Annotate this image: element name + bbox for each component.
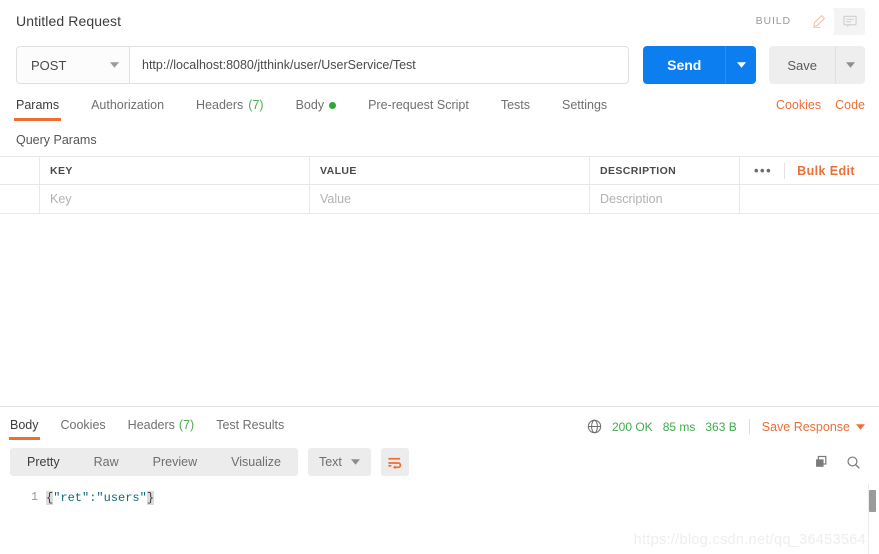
- tab-body-label: Body: [296, 98, 325, 112]
- response-tab-headers-label: Headers: [128, 418, 175, 432]
- bulk-edit-button[interactable]: Bulk Edit: [797, 164, 855, 178]
- response-tab-test-results-label: Test Results: [216, 418, 284, 432]
- copy-icon[interactable]: [814, 455, 829, 470]
- column-header-value: VALUE: [310, 157, 590, 184]
- comment-icon[interactable]: [834, 8, 865, 35]
- tab-params-label: Params: [16, 98, 59, 112]
- title-bar-actions: BUILD: [756, 8, 865, 35]
- tab-authorization-label: Authorization: [91, 98, 164, 112]
- response-tab-body-label: Body: [10, 418, 39, 432]
- param-key-input[interactable]: Key: [40, 185, 310, 213]
- response-size: 363 B: [705, 420, 736, 434]
- row-actions-cell: [740, 185, 879, 213]
- tab-settings-label: Settings: [562, 98, 607, 112]
- view-mode-preview[interactable]: Preview: [136, 448, 214, 476]
- divider: [749, 419, 750, 434]
- query-params-table: KEY VALUE DESCRIPTION ••• Bulk Edit Key …: [0, 156, 879, 214]
- request-title-bar: Untitled Request BUILD: [0, 0, 879, 42]
- ellipsis-icon[interactable]: •••: [754, 164, 772, 177]
- send-button-group: Send: [643, 46, 756, 84]
- body-present-dot-icon: [329, 102, 336, 109]
- globe-icon: [587, 419, 602, 434]
- cookies-link[interactable]: Cookies: [776, 98, 821, 112]
- tab-pre-request-script[interactable]: Pre-request Script: [368, 98, 469, 121]
- chevron-down-icon: [110, 62, 119, 68]
- search-icon[interactable]: [846, 455, 861, 470]
- table-header-row: KEY VALUE DESCRIPTION ••• Bulk Edit: [0, 157, 879, 185]
- http-method-value: POST: [31, 58, 66, 73]
- line-number-gutter: 1: [0, 484, 46, 554]
- save-button[interactable]: Save: [769, 46, 835, 84]
- send-button[interactable]: Send: [643, 46, 725, 84]
- response-format-value: Text: [319, 455, 342, 469]
- tab-headers[interactable]: Headers (7): [196, 98, 264, 121]
- scrollbar-thumb[interactable]: [869, 490, 876, 512]
- save-response-label: Save Response: [762, 420, 850, 434]
- json-body-inner: "ret":"users": [53, 491, 147, 505]
- tab-params[interactable]: Params: [16, 98, 59, 121]
- response-tab-test-results[interactable]: Test Results: [216, 418, 284, 440]
- http-method-select[interactable]: POST: [16, 46, 129, 84]
- send-options-button[interactable]: [725, 46, 756, 84]
- save-response-button[interactable]: Save Response: [762, 420, 865, 434]
- request-tabs-links: Cookies Code: [776, 98, 865, 121]
- save-options-button[interactable]: [835, 46, 865, 84]
- param-description-input[interactable]: Description: [590, 185, 740, 213]
- query-params-label: Query Params: [0, 121, 879, 156]
- request-body-empty-area: [0, 214, 879, 406]
- response-format-select[interactable]: Text: [308, 448, 371, 476]
- word-wrap-icon[interactable]: [381, 448, 409, 476]
- response-status-bar: 200 OK 85 ms 363 B Save Response: [587, 419, 865, 440]
- tab-tests[interactable]: Tests: [501, 98, 530, 121]
- tab-headers-count: (7): [248, 98, 263, 112]
- tab-tests-label: Tests: [501, 98, 530, 112]
- response-tab-cookies-label: Cookies: [61, 418, 106, 432]
- chevron-down-icon: [351, 459, 360, 465]
- view-mode-raw[interactable]: Raw: [77, 448, 136, 476]
- response-tab-body[interactable]: Body: [10, 418, 39, 440]
- response-tab-headers[interactable]: Headers (7): [128, 418, 195, 440]
- tab-pre-request-script-label: Pre-request Script: [368, 98, 469, 112]
- table-header-actions: ••• Bulk Edit: [740, 157, 879, 184]
- response-tab-cookies[interactable]: Cookies: [61, 418, 106, 440]
- view-mode-visualize[interactable]: Visualize: [214, 448, 298, 476]
- url-bar: POST http://localhost:8080/jtthink/user/…: [0, 42, 879, 88]
- response-viewer-toolbar: Pretty Raw Preview Visualize Text: [0, 440, 879, 484]
- build-label: BUILD: [756, 15, 791, 27]
- response-scrollbar[interactable]: [868, 484, 877, 554]
- response-time: 85 ms: [663, 420, 696, 434]
- json-close-brace: }: [147, 491, 154, 505]
- row-checkbox-cell[interactable]: [0, 185, 40, 213]
- divider: [784, 163, 785, 179]
- response-view-mode-group: Pretty Raw Preview Visualize: [10, 448, 298, 476]
- url-input-value: http://localhost:8080/jtthink/user/UserS…: [142, 58, 416, 72]
- pencil-icon[interactable]: [803, 8, 834, 35]
- request-tabs: Params Authorization Headers (7) Body Pr…: [0, 88, 879, 121]
- url-input[interactable]: http://localhost:8080/jtthink/user/UserS…: [129, 46, 629, 84]
- response-body-content: {"ret":"users"}: [46, 484, 154, 554]
- tab-body[interactable]: Body: [296, 98, 337, 121]
- status-code: 200 OK: [612, 420, 653, 434]
- response-viewer-actions: [814, 455, 865, 470]
- param-value-input[interactable]: Value: [310, 185, 590, 213]
- view-mode-pretty[interactable]: Pretty: [10, 448, 77, 476]
- code-link[interactable]: Code: [835, 98, 865, 112]
- response-body-editor[interactable]: 1 {"ret":"users"}: [0, 484, 879, 554]
- tab-authorization[interactable]: Authorization: [91, 98, 164, 121]
- response-tab-headers-count: (7): [179, 418, 194, 432]
- line-number: 1: [0, 491, 38, 504]
- tab-headers-label: Headers: [196, 98, 243, 112]
- tab-settings[interactable]: Settings: [562, 98, 607, 121]
- title-icon-group: [803, 8, 865, 35]
- save-button-group: Save: [769, 46, 865, 84]
- postman-request-window: Untitled Request BUILD: [0, 0, 879, 554]
- response-tabs: Body Cookies Headers (7) Test Results: [0, 407, 879, 440]
- column-header-key: KEY: [40, 157, 310, 184]
- response-pane: Body Cookies Headers (7) Test Results: [0, 406, 879, 554]
- column-header-description: DESCRIPTION: [590, 157, 740, 184]
- select-all-cell[interactable]: [0, 157, 40, 184]
- table-row: Key Value Description: [0, 185, 879, 213]
- page-title: Untitled Request: [16, 13, 121, 29]
